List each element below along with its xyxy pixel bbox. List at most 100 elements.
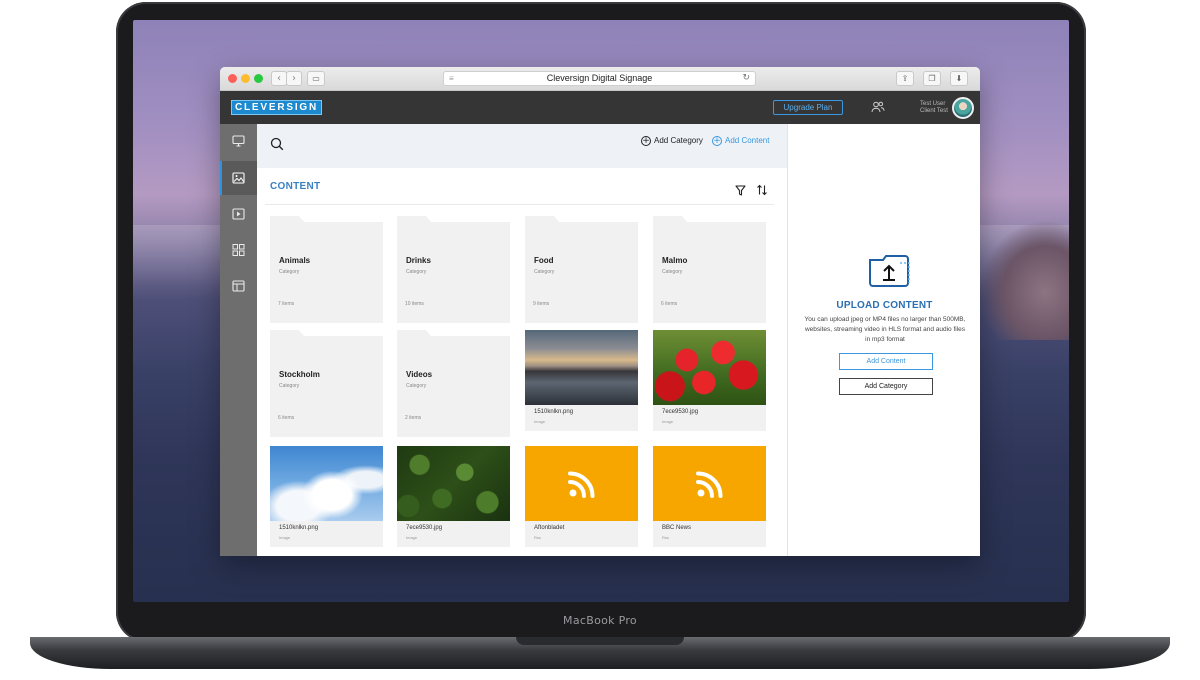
folder-card[interactable]: Malmo Category 6 items — [653, 216, 766, 323]
close-window-button[interactable] — [228, 74, 237, 83]
cliff — [979, 220, 1069, 340]
folder-tab — [270, 216, 306, 224]
folder-name: Stockholm — [279, 370, 320, 379]
media-card[interactable]: BBC News Rss — [653, 446, 766, 547]
minimize-window-button[interactable] — [241, 74, 250, 83]
browser-titlebar: ‹ › ▭ ≡ Cleversign Digital Signage ↻ ⇪ ❐… — [220, 67, 980, 91]
content-heading: CONTENT — [270, 181, 321, 192]
folder-type: Category — [279, 269, 300, 275]
rss-icon — [568, 471, 595, 498]
app-header: CLEVERSIGN Upgrade Plan Test User Client… — [220, 91, 980, 124]
search-bar: + Add Category + Add Content — [257, 124, 787, 168]
folder-card[interactable]: Food Category 9 items — [525, 216, 638, 323]
folder-card[interactable]: Videos Category 2 items — [397, 330, 510, 437]
folder-name: Videos — [406, 370, 433, 379]
folder-count: 2 items — [405, 415, 422, 421]
share-icon[interactable]: ⇪ — [896, 71, 914, 86]
media-type: Image — [279, 535, 291, 540]
media-thumbnail — [653, 446, 766, 521]
sidebar-item-content[interactable] — [220, 161, 257, 195]
browser-window: ‹ › ▭ ≡ Cleversign Digital Signage ↻ ⇪ ❐… — [220, 67, 980, 556]
folder-name: Animals — [279, 256, 311, 265]
folder-type: Category — [534, 269, 555, 275]
user-info[interactable]: Test User Client Test — [920, 101, 948, 115]
media-thumbnail — [525, 330, 638, 405]
page-title: Cleversign Digital Signage — [546, 73, 653, 83]
device-label: MacBook Pro — [563, 614, 637, 627]
media-name: 1510knlkn.png — [534, 409, 574, 415]
media-type: Image — [534, 419, 546, 424]
folder-tab — [653, 216, 689, 224]
media-name: 7ece9530.jpg — [406, 525, 443, 531]
folder-count: 10 items — [405, 301, 424, 307]
media-thumbnail — [653, 330, 766, 405]
media-type: Rss — [534, 535, 541, 540]
sidebar — [220, 124, 257, 556]
user-name: Test User — [920, 101, 946, 107]
upload-folder-icon — [869, 255, 910, 287]
folder-count: 9 items — [533, 301, 550, 307]
avatar[interactable] — [952, 97, 974, 119]
sidebar-item-groups[interactable] — [220, 233, 257, 267]
folder-count: 6 items — [661, 301, 678, 307]
folder-tab — [525, 216, 561, 224]
media-name: 1510knlkn.png — [279, 525, 319, 531]
folder-count: 7 items — [278, 301, 295, 307]
sidebar-item-playlists[interactable] — [220, 197, 257, 231]
laptop-notch — [516, 637, 684, 645]
media-type: Image — [406, 535, 418, 540]
folder-card[interactable]: Drinks Category 10 items — [397, 216, 510, 323]
media-card[interactable]: 1510knlkn.png Image — [270, 446, 383, 547]
divider — [265, 204, 774, 205]
upgrade-plan-button[interactable]: Upgrade Plan — [773, 100, 843, 115]
add-category-link[interactable]: + Add Category — [641, 135, 703, 147]
media-thumbnail — [525, 446, 638, 521]
folder-tab — [397, 216, 433, 224]
add-content-link[interactable]: + Add Content — [712, 135, 769, 147]
reader-icon[interactable]: ≡ — [449, 72, 454, 85]
filter-icon[interactable] — [735, 185, 746, 196]
add-category-label: Add Category — [654, 136, 703, 145]
media-card[interactable]: 1510knlkn.png Image — [525, 330, 638, 431]
folder-type: Category — [662, 269, 683, 275]
sidebar-toggle-icon[interactable]: ▭ — [307, 71, 325, 86]
add-category-button[interactable]: Add Category — [839, 378, 933, 395]
download-icon[interactable]: ⬇ — [950, 71, 968, 86]
tabs-icon[interactable]: ❐ — [923, 71, 941, 86]
folder-tab — [397, 330, 433, 338]
rss-icon — [696, 471, 723, 498]
sidebar-item-layouts[interactable] — [220, 269, 257, 303]
folder-card[interactable]: Animals Category 7 items — [270, 216, 383, 323]
folder-tab — [270, 330, 306, 338]
reload-icon[interactable]: ↻ — [742, 72, 750, 85]
media-name: 7ece9530.jpg — [662, 409, 699, 415]
play-icon — [232, 208, 245, 220]
upload-title: UPLOAD CONTENT — [836, 300, 933, 311]
plus-circle-icon: + — [641, 135, 651, 146]
folder-card[interactable]: Stockholm Category 6 items — [270, 330, 383, 437]
layout-icon — [232, 280, 245, 292]
address-bar[interactable]: ≡ Cleversign Digital Signage ↻ — [443, 71, 756, 86]
fullscreen-window-button[interactable] — [254, 74, 263, 83]
plus-circle-icon: + — [712, 135, 722, 146]
sidebar-item-screens[interactable] — [220, 124, 257, 158]
media-thumbnail — [397, 446, 510, 521]
users-icon[interactable] — [871, 100, 885, 114]
grid-icon — [232, 244, 245, 256]
upload-panel: UPLOAD CONTENT You can upload jpeg or MP… — [787, 124, 980, 556]
forward-button[interactable]: › — [286, 71, 302, 86]
folder-name: Food — [534, 256, 554, 265]
add-content-button[interactable]: Add Content — [839, 353, 933, 370]
media-card[interactable]: 7ece9530.jpg Image — [653, 330, 766, 431]
media-card[interactable]: 7ece9530.jpg Image — [397, 446, 510, 547]
folder-name: Drinks — [406, 256, 431, 265]
cleversign-logo[interactable]: CLEVERSIGN — [231, 100, 323, 115]
sort-icon[interactable] — [756, 184, 768, 196]
media-card[interactable]: Aftonbladet Rss — [525, 446, 638, 547]
media-type: Rss — [662, 535, 669, 540]
search-icon[interactable] — [270, 137, 284, 151]
media-name: BBC News — [662, 525, 692, 531]
back-button[interactable]: ‹ — [271, 71, 287, 86]
folder-type: Category — [279, 383, 300, 389]
folder-type: Category — [406, 383, 427, 389]
